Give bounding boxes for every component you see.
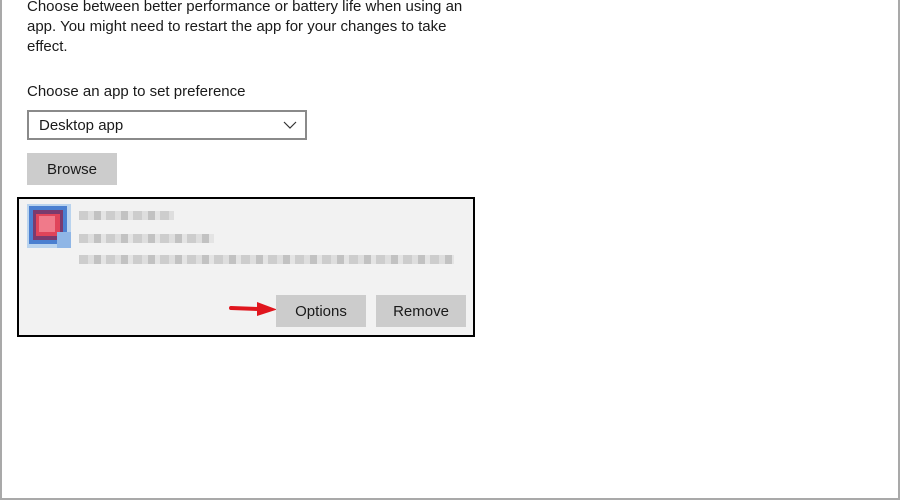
browse-button[interactable]: Browse bbox=[27, 153, 117, 185]
choose-app-label: Choose an app to set preference bbox=[27, 83, 246, 100]
intro-text: Choose between better performance or bat… bbox=[27, 0, 463, 55]
app-version-redacted bbox=[79, 234, 214, 243]
app-card[interactable]: Options Remove bbox=[17, 197, 475, 337]
arrow-right-icon bbox=[229, 302, 277, 316]
app-icon bbox=[27, 204, 71, 248]
app-name-redacted bbox=[79, 211, 174, 220]
options-button[interactable]: Options bbox=[276, 295, 366, 327]
app-type-select-value: Desktop app bbox=[39, 116, 124, 134]
chevron-down-icon bbox=[283, 121, 297, 129]
remove-button[interactable]: Remove bbox=[376, 295, 466, 327]
app-type-select[interactable]: Desktop app bbox=[27, 110, 307, 140]
app-path-redacted bbox=[79, 255, 454, 264]
